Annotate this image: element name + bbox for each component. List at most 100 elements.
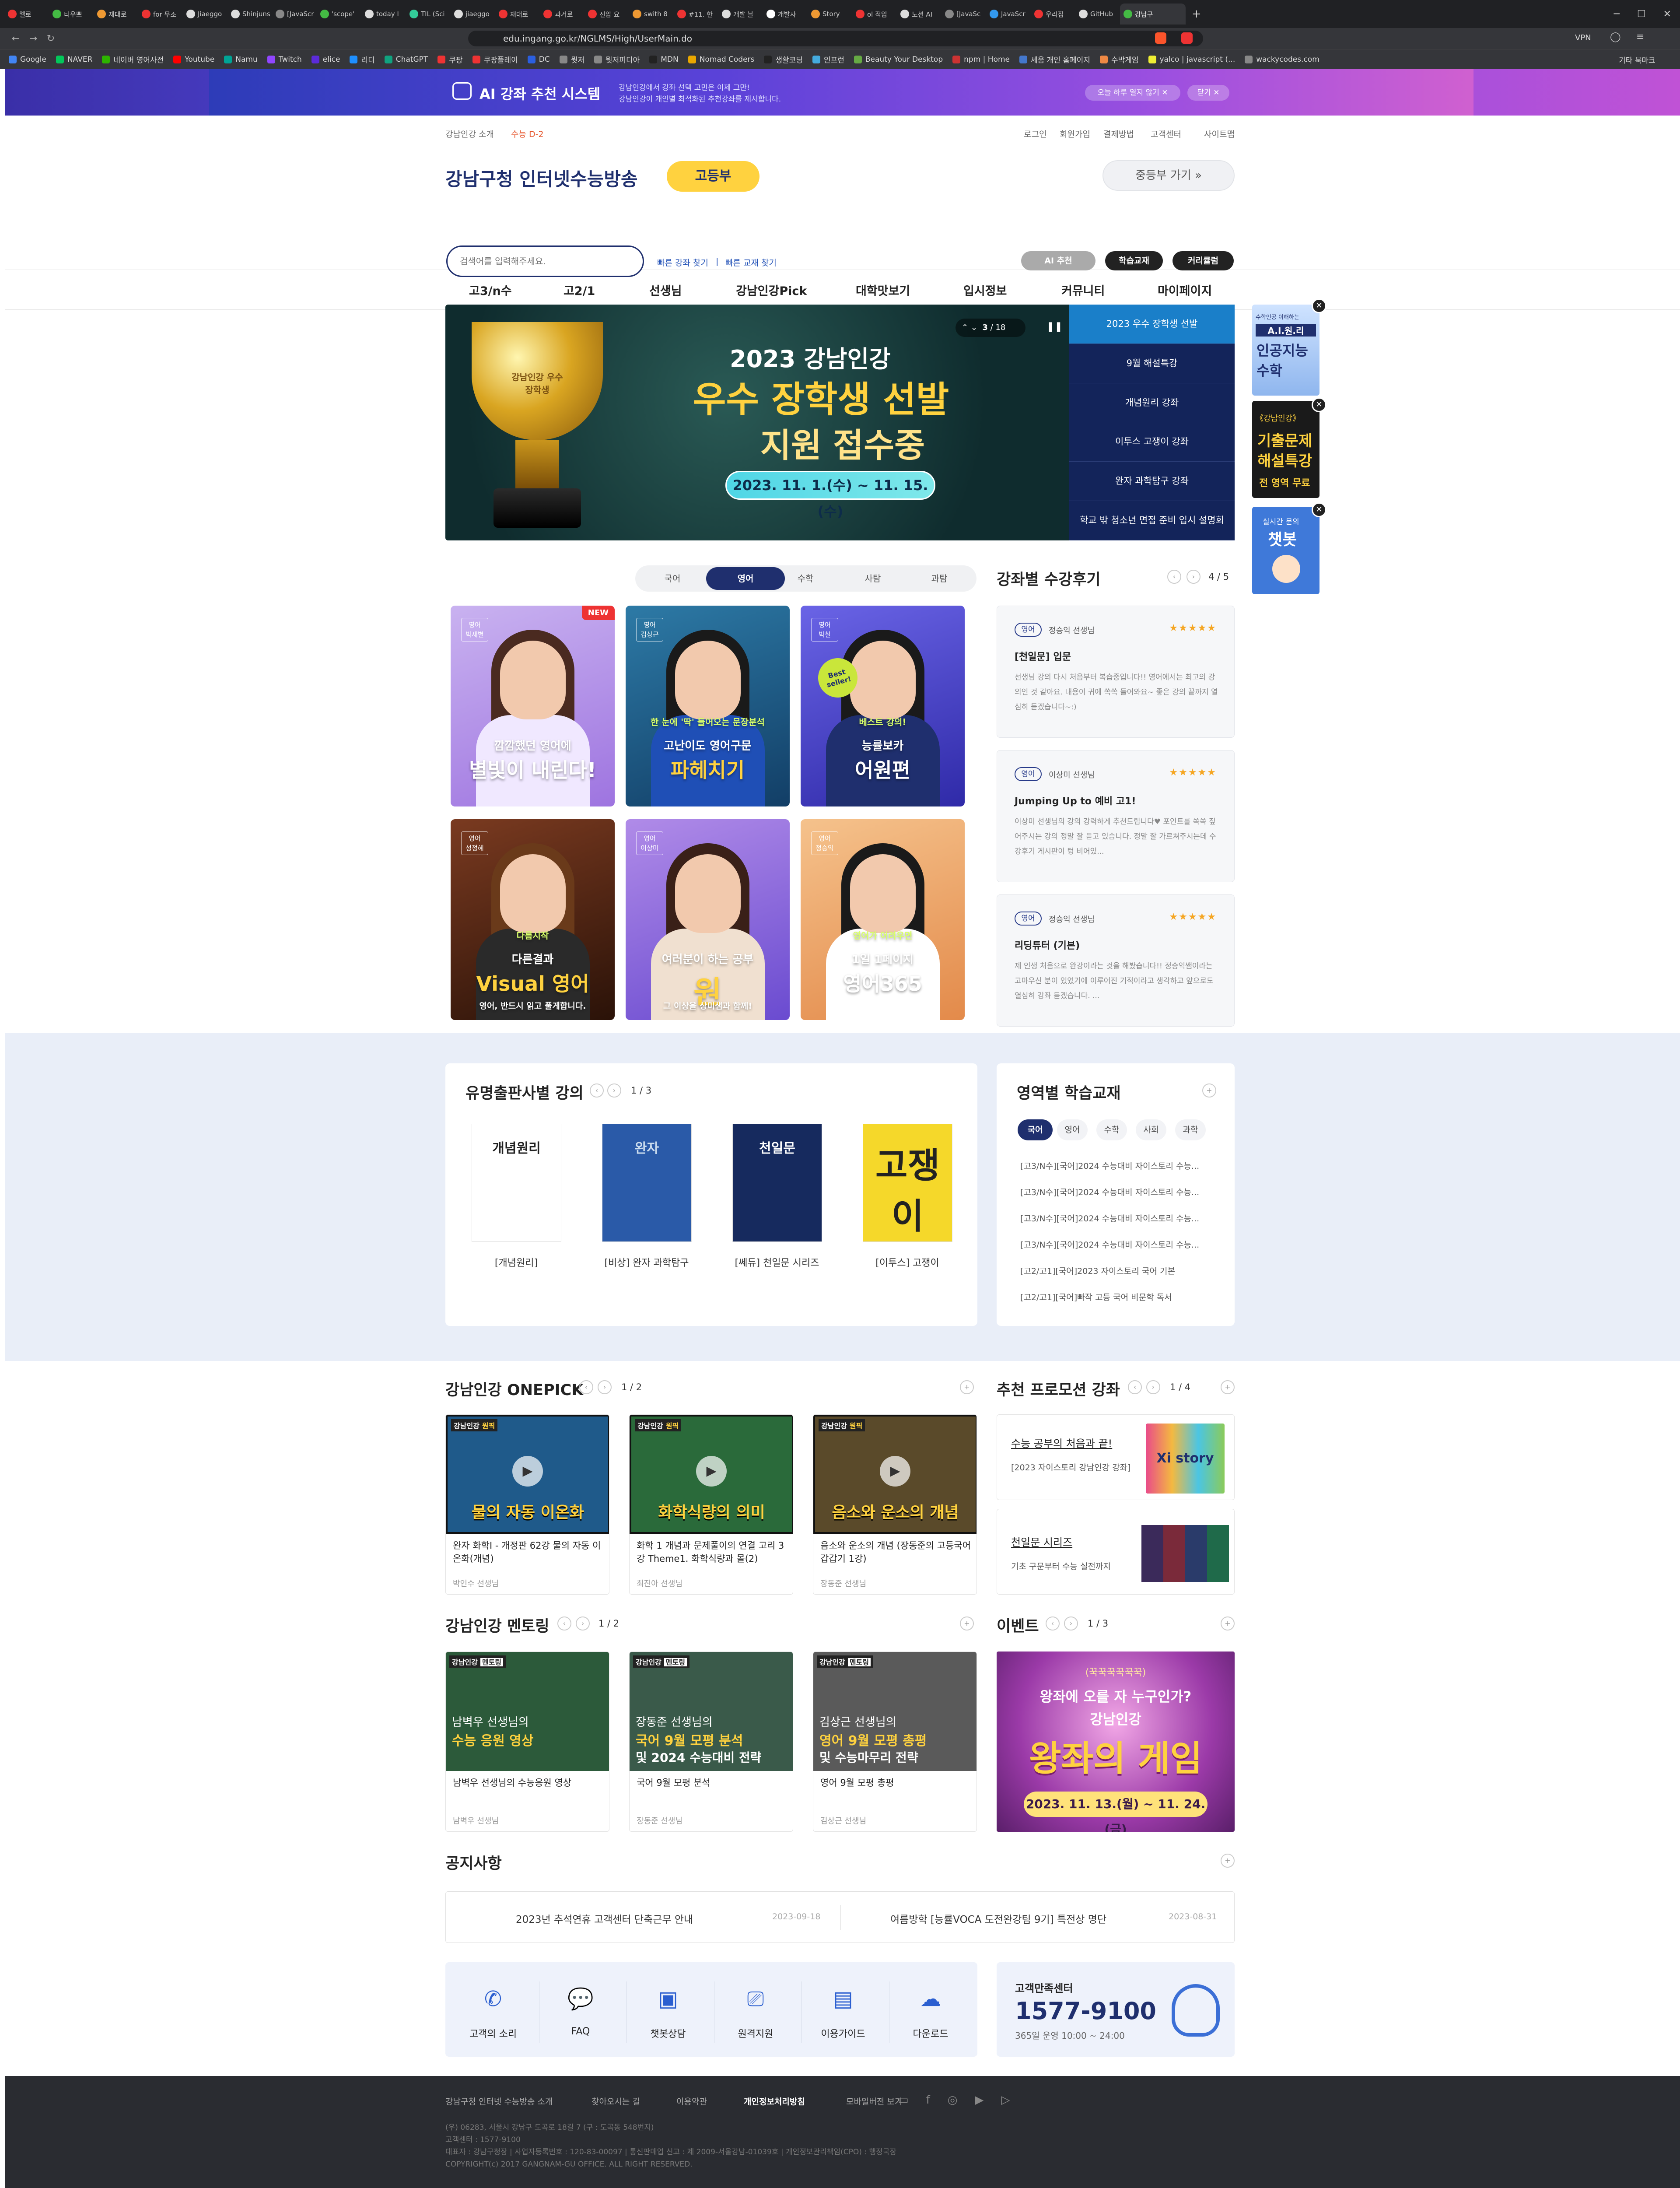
minimize-icon[interactable]: ─ [1614, 9, 1620, 20]
sitemap-link[interactable]: 사이트맵 [1204, 128, 1235, 140]
vpn-button[interactable]: VPN [1575, 33, 1591, 42]
teacher-card[interactable]: 영어 이상미 여러분이 하는 공부 원 그 이상을 상미샘과 함께! [626, 819, 790, 1020]
today-close-button[interactable]: 오늘 하루 열지 않기 ✕ [1085, 85, 1180, 101]
prev-icon[interactable]: ‹ [1167, 570, 1181, 584]
plus-icon[interactable]: + [1202, 1083, 1216, 1098]
prev-icon[interactable]: ‹ [1128, 1380, 1142, 1394]
browser-tab[interactable]: today I [361, 4, 404, 25]
browser-tab[interactable]: [JavaSc [942, 4, 984, 25]
blog-icon[interactable]: ▭ [898, 2093, 909, 2107]
bookmark-item[interactable]: 뭣저피디아 [594, 54, 640, 65]
nav-item-g3[interactable]: 고3/n수 [469, 281, 512, 298]
forward-icon[interactable]: → [24, 33, 42, 44]
bookmark-item[interactable]: Namu [224, 55, 258, 64]
close-window-icon[interactable]: ✕ [1663, 9, 1671, 20]
side-ad-past-exam[interactable]: 《강남인강》 기출문제 해설특강 전 영역 무료 [1252, 401, 1320, 498]
review-card[interactable]: 영어 이상미 선생님 ★★★★★ Jumping Up to 예비 고1! 이상미 선생… [997, 750, 1235, 882]
nav-item-admission[interactable]: 입시정보 [963, 281, 1007, 298]
textbook-item[interactable]: [고2/고1][국어]2023 자이스토리 국어 기본 [1020, 1265, 1175, 1276]
textbook-tab[interactable]: 국어 [1018, 1119, 1053, 1140]
curriculum-button[interactable]: 커리큘럼 [1172, 251, 1234, 270]
bookmark-item[interactable]: MDN [649, 55, 679, 64]
subject-tab[interactable]: 사탐 [844, 567, 901, 590]
book-cover[interactable]: 고쟁이 [863, 1124, 952, 1242]
textbook-item[interactable]: [고3/N수][국어]2024 수능대비 자이스토리 수능... [1020, 1186, 1199, 1198]
nav-item-pick[interactable]: 강남인강Pick [736, 281, 807, 298]
support-link[interactable]: 고객센터 [1151, 128, 1181, 140]
browser-tab[interactable]: 과거로 [540, 4, 583, 25]
next-icon[interactable]: › [1064, 1616, 1078, 1630]
teacher-card[interactable]: 영어 박철 Best seller! 베스트 강의! 능률보카 어원편 [801, 606, 965, 806]
book-cover[interactable]: 천일문 [732, 1124, 822, 1242]
next-icon[interactable]: › [1146, 1380, 1160, 1394]
bookmark-item[interactable]: 수박게임 [1099, 54, 1139, 65]
hero-menu-item[interactable]: 9월 해설특강 [1069, 344, 1235, 383]
bookmark-item[interactable]: DC [527, 55, 550, 64]
browser-tab[interactable]: #11. 한 [674, 4, 717, 25]
site-logo[interactable]: 강남구청 인터넷수능방송 [445, 165, 638, 191]
play-icon[interactable]: ▶ [880, 1456, 910, 1487]
next-icon[interactable]: › [598, 1380, 612, 1394]
service-item[interactable]: ✆ 고객의 소리 [452, 1977, 535, 2047]
subject-tab[interactable]: 과탐 [911, 567, 968, 590]
browser-tab[interactable]: JavaScr [986, 4, 1029, 25]
bookmark-item[interactable]: 쿠팡플레이 [472, 54, 518, 65]
close-icon[interactable]: ✕ [1312, 397, 1326, 412]
brave-shield-icon[interactable] [1155, 32, 1166, 44]
search-input[interactable] [446, 245, 644, 277]
bookmark-item[interactable]: Youtube [173, 55, 214, 64]
bookmark-item[interactable]: wackycodes.com [1245, 55, 1320, 64]
browser-tab[interactable]: 티우쁘 [49, 4, 92, 25]
hero-menu-item[interactable]: 학교 밖 청소년 면접 준비 입시 설명회 [1069, 501, 1235, 540]
nav-item-univ[interactable]: 대학맛보기 [856, 281, 910, 298]
browser-tab[interactable]: 개발자 [763, 4, 806, 25]
review-card[interactable]: 영어 정승익 선생님 ★★★★★ [천일문] 입문 선생님 강의 다시 처음부터 복습중… [997, 606, 1235, 738]
bookmark-item[interactable]: 리디 [350, 54, 375, 65]
bookmark-item[interactable]: 쿠팡 [438, 54, 463, 65]
browser-tab[interactable]: 강남구 [1120, 4, 1186, 25]
browser-tab[interactable]: jiaeggo [451, 4, 494, 25]
bookmark-item[interactable]: 뭣저 [559, 54, 584, 65]
browser-tab[interactable]: TIL (Sci [406, 4, 449, 25]
back-icon[interactable]: ← [7, 33, 24, 44]
quick-book-link[interactable]: 빠른 교재 찾기 [725, 256, 777, 268]
hero-menu-item[interactable]: 완자 과학탐구 강좌 [1069, 462, 1235, 501]
bookmark-item[interactable]: Beauty Your Desktop [854, 55, 943, 64]
instagram-icon[interactable]: ◎ [948, 2093, 958, 2107]
subject-tab[interactable]: 국어 [644, 567, 701, 590]
browser-tab[interactable]: swith 8 [629, 4, 672, 25]
bookmark-item[interactable]: 세움 개인 홈페이지 [1019, 54, 1090, 65]
banner-close-button[interactable]: 닫기 ✕ [1187, 85, 1229, 101]
login-link[interactable]: 로그인 [1024, 128, 1046, 140]
footer-link[interactable]: 개인정보처리방침 [744, 2095, 805, 2107]
bookmark-item[interactable]: NAVER [56, 55, 92, 64]
maximize-icon[interactable]: ☐ [1637, 9, 1646, 20]
plus-icon[interactable]: + [960, 1380, 974, 1394]
promo-card-cheonilmun[interactable]: 천일문 시리즈 기초 구문부터 수능 실전까지 [997, 1509, 1235, 1595]
browser-tab[interactable]: 멜로 [4, 4, 47, 25]
next-icon[interactable]: › [576, 1616, 590, 1630]
review-card[interactable]: 영어 정승익 선생님 ★★★★★ 리딩튜터 (기본) 제 인생 처음으로 완강이라는 것… [997, 894, 1235, 1027]
prev-icon[interactable]: ‹ [590, 1083, 604, 1098]
textbook-item[interactable]: [고3/N수][국어]2024 수능대비 자이스토리 수능... [1020, 1160, 1199, 1171]
teacher-card[interactable]: 영어 성정혜 다름시작 다른결과 Visual 영어 영어, 반드시 읽고 풀게합니다. [451, 819, 615, 1020]
prev-icon[interactable]: ‹ [579, 1380, 593, 1394]
teacher-card[interactable]: 영어 김상근 한 눈에 '딱' 들어오는 문장분석 고난이도 영어구문 파헤치기 [626, 606, 790, 806]
textbook-tab[interactable]: 과학 [1175, 1119, 1206, 1140]
service-item[interactable]: ⎚ 원격지원 [714, 1977, 797, 2047]
browser-tab[interactable]: ol 적입 [852, 4, 895, 25]
close-icon[interactable]: ✕ [1312, 298, 1326, 313]
book-cover[interactable]: 개념원리 [472, 1124, 561, 1242]
mentoring-card[interactable]: 강남인강 멘토링 김상근 선생님의 영어 9월 모평 총평 및 수능마무리 전략 영어 9… [813, 1652, 977, 1832]
bookmark-item[interactable]: elice [311, 55, 340, 64]
footer-link[interactable]: 강남구청 인터넷 수능방송 소개 [445, 2095, 553, 2107]
textbook-tab[interactable]: 사회 [1136, 1119, 1166, 1140]
other-bookmarks[interactable]: 기타 북마크 [1619, 54, 1656, 65]
plus-icon[interactable]: + [1221, 1616, 1235, 1630]
brave-rewards-icon[interactable] [1181, 32, 1193, 44]
book-label[interactable]: [비상] 완자 과학탐구 [598, 1255, 695, 1269]
textbook-item[interactable]: [고3/N수][국어]2024 수능대비 자이스토리 수능... [1020, 1212, 1199, 1224]
play-icon[interactable]: ▶ [696, 1456, 727, 1487]
video-card[interactable]: 강남인강 원픽 ▶ 음소와 운소의 개념 음소와 운소의 개념 (장동준의 고등국어 갑… [813, 1414, 977, 1595]
book-label[interactable]: [쎄듀] 천일문 시리즈 [729, 1255, 825, 1269]
